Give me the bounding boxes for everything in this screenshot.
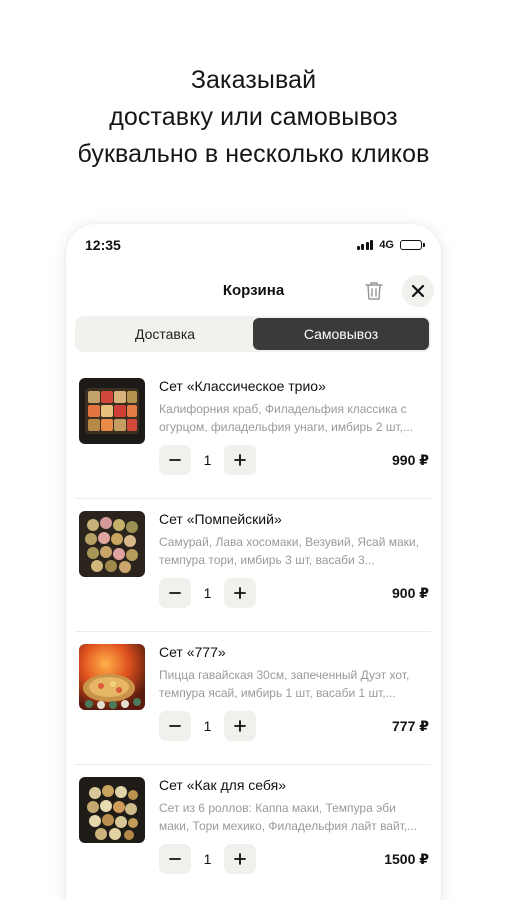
increase-button[interactable]: [224, 844, 256, 874]
cart-header: Корзина: [66, 274, 441, 308]
trash-icon[interactable]: [362, 279, 386, 303]
promo-line-2: доставку или самовывоз: [109, 103, 398, 131]
product-price: 1500 ₽: [384, 851, 429, 867]
quantity-value: 1: [203, 585, 212, 601]
minus-icon: [169, 725, 181, 727]
increase-button[interactable]: [224, 578, 256, 608]
cart-items-list: Сет «Классическое трио» Калифорния краб,…: [66, 366, 441, 898]
quantity-stepper: 1: [159, 711, 256, 741]
quantity-stepper: 1: [159, 844, 256, 874]
status-indicators: 4G: [356, 239, 425, 251]
plus-icon: [234, 720, 246, 732]
quantity-stepper: 1: [159, 445, 256, 475]
cart-item: Сет «777» Пицца гавайская 30см, запеченн…: [75, 632, 431, 765]
tab-delivery[interactable]: Доставка: [77, 318, 253, 350]
product-price: 777 ₽: [392, 718, 429, 734]
quantity-value: 1: [203, 718, 212, 734]
product-description: Сет из 6 роллов: Каппа маки, Темпура эби…: [159, 801, 418, 833]
plus-icon: [234, 454, 246, 466]
minus-icon: [169, 459, 181, 461]
product-price: 900 ₽: [392, 585, 429, 601]
delivery-mode-toggle: Доставка Самовывоз: [75, 316, 431, 352]
cart-item: Сет «Как для себя» Сет из 6 роллов: Капп…: [75, 765, 431, 898]
phone-frame: 12:35 4G Корзина Доставка Самовывоз Сет …: [66, 224, 441, 900]
product-description: Калифорния краб, Филадельфия классика с …: [159, 402, 413, 434]
status-bar: 12:35 4G: [85, 236, 425, 254]
battery-icon: [400, 240, 425, 250]
product-name: Сет «Помпейский»: [159, 511, 282, 527]
product-image: [79, 378, 145, 444]
close-button[interactable]: [402, 275, 434, 307]
status-time: 12:35: [85, 237, 121, 253]
product-description: Пицца гавайская 30см, запеченный Дуэт хо…: [159, 668, 410, 700]
product-image: [79, 511, 145, 577]
product-name: Сет «777»: [159, 644, 226, 660]
cart-item: Сет «Помпейский» Самурай, Лава хосомаки,…: [75, 499, 431, 632]
promo-line-1: Заказывай: [190, 66, 317, 94]
minus-icon: [169, 592, 181, 594]
promo-line-3: буквально в несколько кликов: [77, 140, 430, 168]
promo-heading: Заказывай доставку или самовывоз букваль…: [0, 62, 507, 173]
network-type: 4G: [379, 239, 394, 251]
product-name: Сет «Классическое трио»: [159, 378, 326, 394]
increase-button[interactable]: [224, 445, 256, 475]
signal-icon: [356, 240, 374, 250]
cart-item: Сет «Классическое трио» Калифорния краб,…: [75, 366, 431, 499]
decrease-button[interactable]: [159, 844, 191, 874]
decrease-button[interactable]: [159, 711, 191, 741]
decrease-button[interactable]: [159, 578, 191, 608]
product-name: Сет «Как для себя»: [159, 777, 286, 793]
quantity-stepper: 1: [159, 578, 256, 608]
plus-icon: [234, 587, 246, 599]
product-image: [79, 644, 145, 710]
product-image: [79, 777, 145, 843]
quantity-value: 1: [203, 452, 212, 468]
increase-button[interactable]: [224, 711, 256, 741]
minus-icon: [169, 858, 181, 860]
close-icon: [411, 284, 425, 298]
product-price: 990 ₽: [392, 452, 429, 468]
tab-pickup[interactable]: Самовывоз: [253, 318, 429, 350]
plus-icon: [234, 853, 246, 865]
product-description: Самурай, Лава хосомаки, Везувий, Ясай ма…: [159, 535, 419, 567]
quantity-value: 1: [203, 851, 212, 867]
decrease-button[interactable]: [159, 445, 191, 475]
